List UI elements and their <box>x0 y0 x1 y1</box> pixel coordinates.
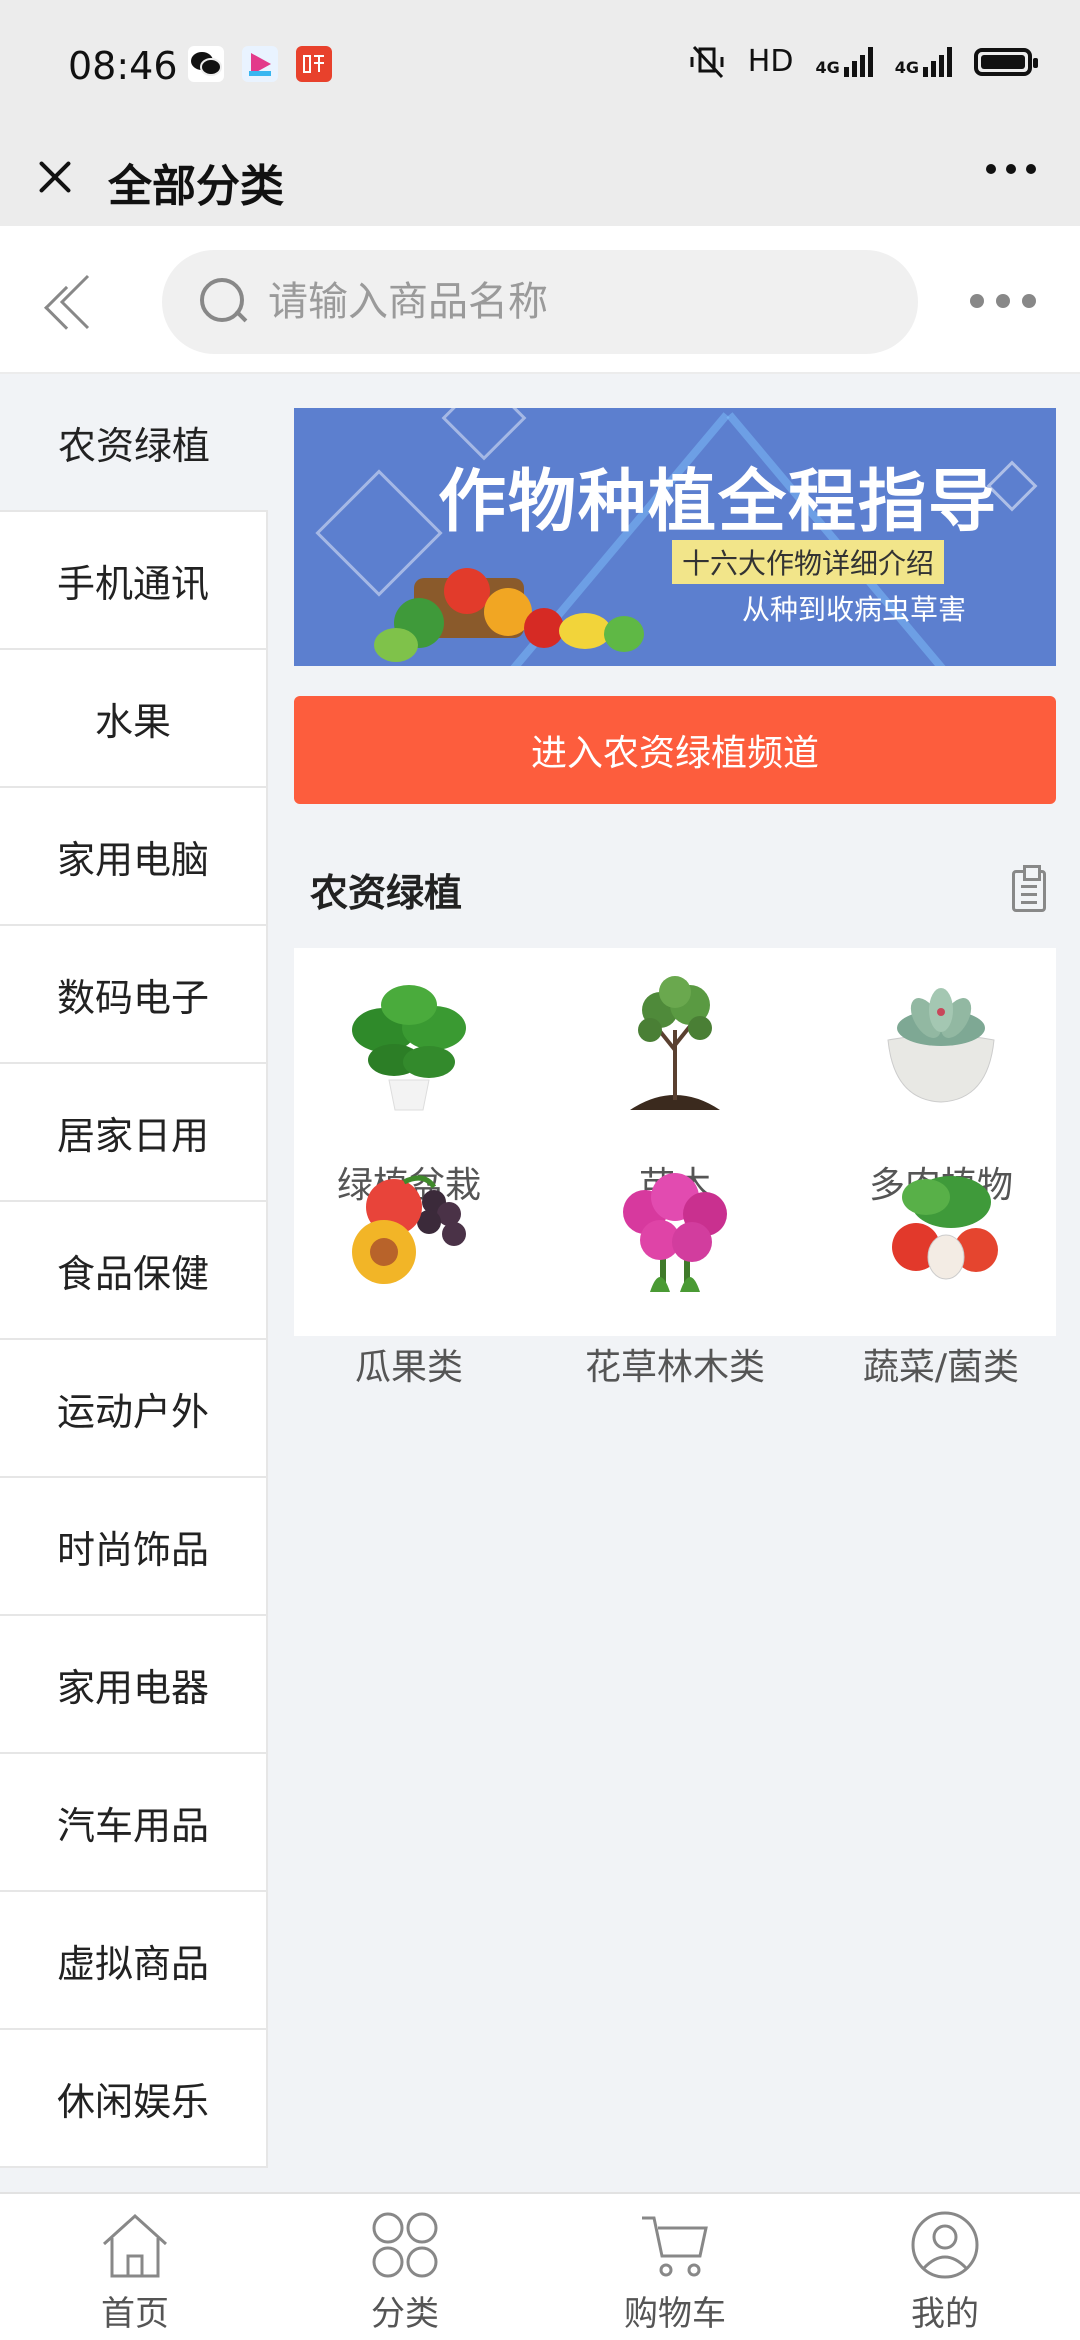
subcategory-grid: 绿植盆栽 苗木 <box>294 948 1056 1388</box>
category-grid-icon <box>368 2210 442 2280</box>
battery-icon <box>974 47 1038 76</box>
vegetables-image <box>866 1152 1016 1302</box>
search-icon <box>200 278 248 326</box>
more-menu-button[interactable] <box>986 164 1036 174</box>
banner-tag: 十六大作物详细介绍 <box>672 540 945 584</box>
promo-banner[interactable]: 作物种植全程指导 十六大作物详细介绍 从种到收病虫草害 <box>294 408 1056 666</box>
signal-1-icon: 4G <box>815 46 873 77</box>
sidebar-item-fruit[interactable]: 水果 <box>0 650 268 788</box>
hd-indicator: HD <box>747 44 794 79</box>
flowers-image <box>600 1152 750 1302</box>
signal-2-icon: 4G <box>895 46 952 77</box>
sapling-image <box>600 970 750 1120</box>
sidebar-item-leisure[interactable]: 休闲娱乐 <box>0 2030 268 2168</box>
search-header <box>0 226 1080 374</box>
sidebar-item-home[interactable]: 居家日用 <box>0 1064 268 1202</box>
back-arrow-icon[interactable] <box>56 272 96 330</box>
sidebar-item-fashion[interactable]: 时尚饰品 <box>0 1478 268 1616</box>
subcategory-item[interactable]: 蔬菜/菌类 <box>826 1152 1056 1390</box>
listen-app-icon <box>296 46 332 82</box>
sidebar-item-computers[interactable]: 家用电脑 <box>0 788 268 926</box>
tab-profile[interactable]: 我的 <box>810 2194 1080 2340</box>
potted-plant-image <box>334 970 484 1120</box>
sidebar-item-appliances[interactable]: 家用电器 <box>0 1616 268 1754</box>
sidebar-item-agri[interactable]: 农资绿植 <box>0 374 268 512</box>
sidebar-item-food[interactable]: 食品保健 <box>0 1202 268 1340</box>
title-bar: 全部分类 <box>0 130 1080 226</box>
home-icon <box>98 2210 172 2280</box>
wechat-icon <box>188 46 224 82</box>
user-profile-icon <box>908 2210 982 2280</box>
clipboard-icon[interactable] <box>1012 865 1046 912</box>
video-app-icon <box>242 46 278 82</box>
notification-icons <box>188 46 332 82</box>
category-sidebar: 农资绿植 手机通讯 水果 家用电脑 数码电子 居家日用 食品保健 运动户外 时尚… <box>0 374 268 2192</box>
tab-home[interactable]: 首页 <box>0 2194 270 2340</box>
close-icon[interactable] <box>30 152 80 202</box>
tab-cart[interactable]: 购物车 <box>540 2194 810 2340</box>
shopping-cart-icon <box>638 2210 712 2280</box>
subcategory-item[interactable]: 瓜果类 <box>294 1152 524 1390</box>
vegetable-basket-image <box>374 558 664 666</box>
vibrate-mute-icon <box>690 45 724 78</box>
system-icons: HD 4G 4G <box>688 44 1038 79</box>
search-box[interactable] <box>162 250 918 354</box>
fruits-image <box>334 1152 484 1302</box>
status-time: 08:46 <box>68 44 178 88</box>
tab-category[interactable]: 分类 <box>270 2194 540 2340</box>
banner-title: 作物种植全程指导 <box>437 463 998 542</box>
enter-channel-button[interactable]: 进入农资绿植频道 <box>294 696 1056 804</box>
sidebar-item-digital[interactable]: 数码电子 <box>0 926 268 1064</box>
sidebar-item-sports[interactable]: 运动户外 <box>0 1340 268 1478</box>
subcategory-item[interactable]: 花草林木类 <box>560 1152 790 1390</box>
banner-subtitle: 从种到收病虫草害 <box>742 593 967 626</box>
category-content: 作物种植全程指导 十六大作物详细介绍 从种到收病虫草害 进入农资绿植频道 农资绿… <box>268 374 1080 2192</box>
section-title: 农资绿植 <box>310 871 463 915</box>
search-more-button[interactable] <box>970 294 1036 308</box>
status-bar: 08:46 HD 4G 4G <box>0 0 1080 130</box>
succulent-image <box>866 970 1016 1120</box>
sidebar-item-virtual[interactable]: 虚拟商品 <box>0 1892 268 2030</box>
sidebar-item-phones[interactable]: 手机通讯 <box>0 512 268 650</box>
bottom-tab-bar: 首页 分类 购物车 我的 <box>0 2192 1080 2340</box>
sidebar-item-auto[interactable]: 汽车用品 <box>0 1754 268 1892</box>
page-title: 全部分类 <box>108 161 284 212</box>
search-input[interactable] <box>268 250 868 354</box>
